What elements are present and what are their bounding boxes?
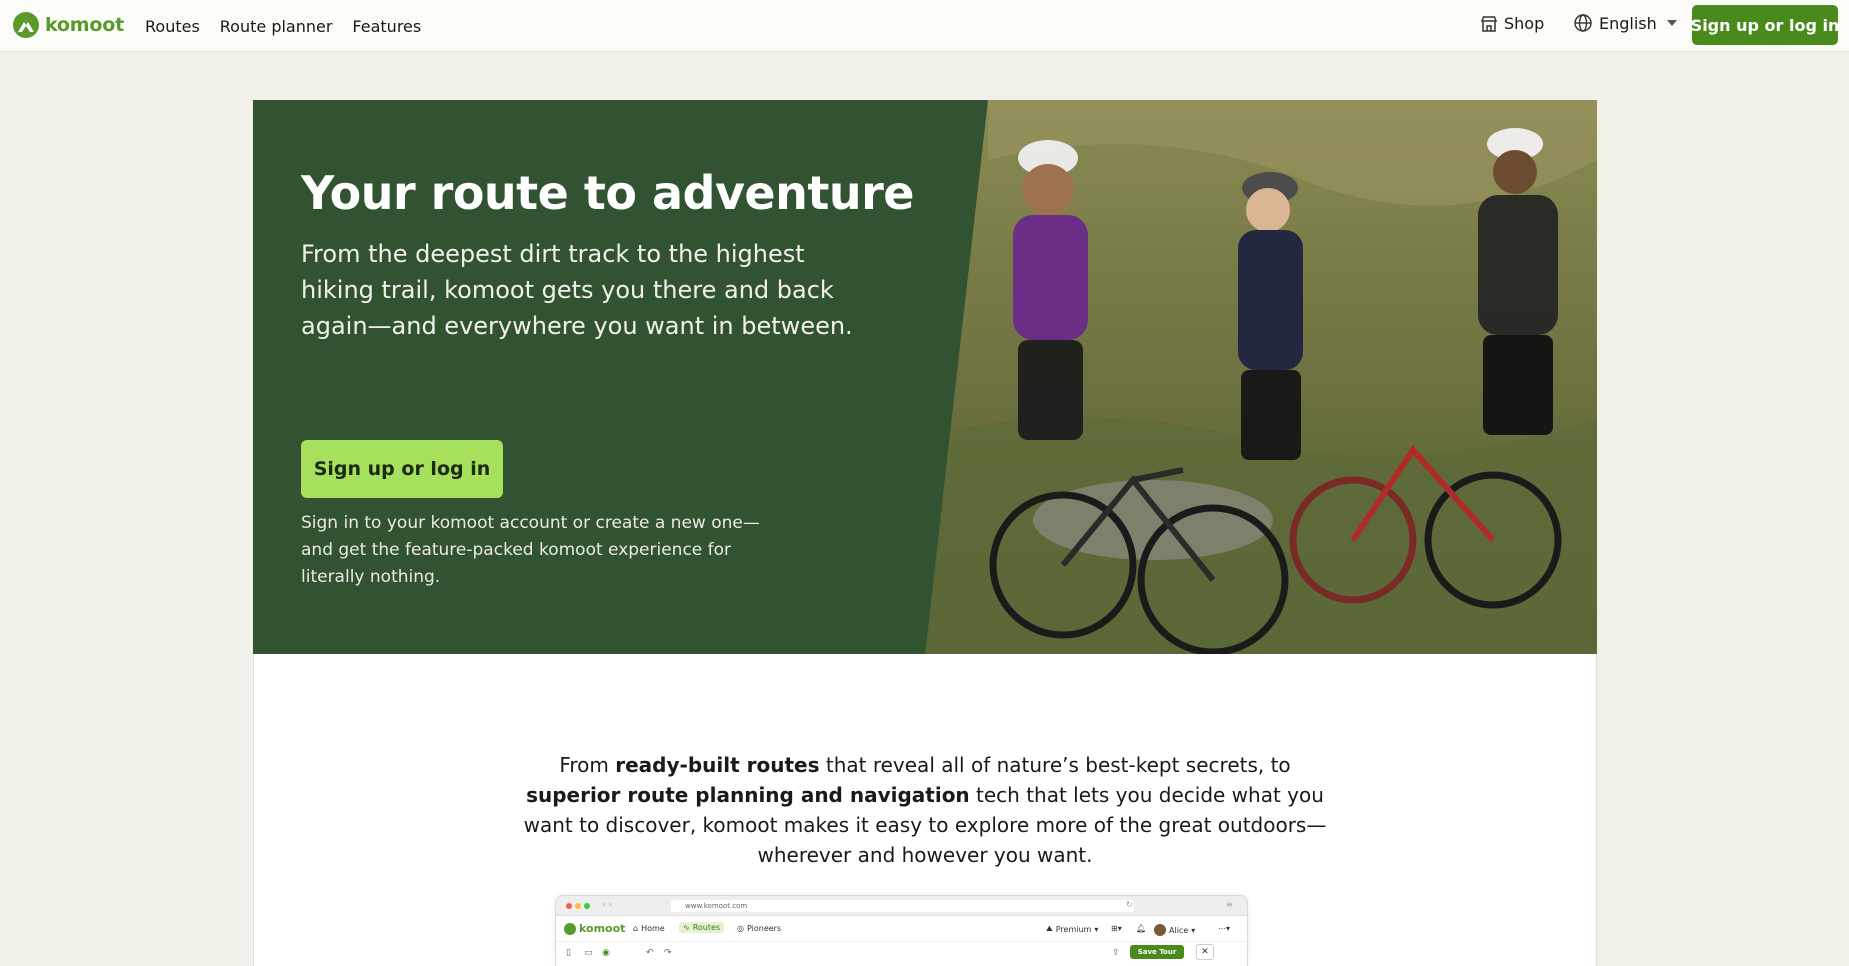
chevron-down-icon: ▾ — [1191, 925, 1196, 935]
chevron-down-icon — [1666, 20, 1677, 26]
preview-nav-pioneers: ◎ Pioneers — [737, 924, 781, 933]
panel-icon: ▭ — [584, 948, 593, 958]
preview-layout-icon: ⊞▾ — [1111, 924, 1122, 933]
preview-user-name: Alice — [1169, 925, 1189, 935]
intro-text-2: that reveal all of nature’s best-kept se… — [819, 753, 1291, 777]
preview-nav-routes: ∿ Routes — [679, 922, 725, 933]
reload-icon: ↻ — [1126, 900, 1133, 909]
hero-section: Your route to adventure From the deepest… — [253, 100, 1597, 654]
maximize-dot-icon — [584, 903, 590, 909]
main-nav: Routes Route planner Features — [145, 0, 441, 52]
nav-routes[interactable]: Routes — [145, 17, 200, 36]
preview-home-label: Home — [641, 924, 665, 933]
preview-url-bar: www.komoot.com — [671, 900, 1134, 912]
nav-route-planner[interactable]: Route planner — [220, 17, 333, 36]
language-label: English — [1599, 13, 1657, 33]
avatar — [1154, 924, 1166, 936]
preview-brand: komoot — [579, 922, 626, 935]
komoot-logo-icon — [13, 12, 39, 38]
hero-title: Your route to adventure — [301, 166, 915, 220]
shop-link[interactable]: Shop — [1480, 14, 1544, 33]
home-icon: ⌂ — [633, 924, 639, 933]
app-preview-screenshot: ‹ › www.komoot.com ↻ ≡ komoot ⌂ Home ∿ Rou… — [555, 895, 1248, 966]
hero-signin-note: Sign in to your komoot account or create… — [301, 513, 760, 587]
globe-icon — [1574, 14, 1592, 32]
bell-icon: 🔔︎ — [1136, 924, 1147, 933]
browser-arrows-icon: ‹ › — [602, 900, 613, 910]
intro-paragraph: From ready-built routes that reveal all … — [520, 750, 1330, 870]
close-dot-icon — [566, 903, 572, 909]
pioneers-icon: ◎ — [737, 924, 744, 933]
hero-subtitle: From the deepest dirt track to the highe… — [301, 240, 853, 340]
preview-toolbar: ▯ ▭ ◉ ↶ ↷ ⇪ Save Tour ✕ — [556, 942, 1247, 966]
preview-user: Alice ▾ — [1154, 924, 1195, 936]
preview-save-tour-button: Save Tour — [1130, 945, 1184, 959]
preview-pioneers-label: Pioneers — [746, 924, 782, 933]
routes-icon: ∿ — [683, 923, 690, 932]
language-selector[interactable]: English — [1573, 13, 1677, 33]
intro-bold-ready-built-routes: ready-built routes — [615, 753, 820, 777]
preview-premium-label: Premium — [1055, 924, 1092, 934]
brand-name: komoot — [45, 14, 124, 36]
close-icon: ✕ — [1196, 944, 1214, 960]
browser-menu-icon: ≡ — [1226, 900, 1233, 909]
eye-icon: ◉ — [602, 948, 610, 958]
sidebar-icon: ▯ — [566, 948, 571, 958]
preview-premium: ⛰ Premium ▾ — [1046, 924, 1098, 934]
premium-icon: ⛰ — [1046, 924, 1053, 933]
preview-routes-label: Routes — [692, 923, 721, 932]
top-navigation-bar: komoot Routes Route planner Features Sho… — [0, 0, 1849, 52]
redo-icon: ↷ — [664, 948, 672, 958]
undo-icon: ↶ — [646, 948, 654, 958]
preview-nav-home: ⌂ Home — [633, 924, 665, 933]
preview-logo: komoot — [564, 922, 625, 935]
shop-label: Shop — [1504, 14, 1545, 33]
intro-text-1: From — [559, 753, 616, 777]
minimize-dot-icon — [575, 903, 581, 909]
share-icon: ⇪ — [1112, 948, 1120, 958]
nav-features[interactable]: Features — [352, 17, 421, 36]
komoot-logo[interactable]: komoot — [12, 11, 124, 39]
preview-nav: komoot ⌂ Home ∿ Routes ◎ Pioneers ⛰ Premium ▾… — [556, 916, 1247, 942]
chevron-down-icon: ▾ — [1094, 924, 1099, 934]
preview-logo-icon — [564, 922, 576, 935]
hero-sign-up-button[interactable]: Sign up or log in — [301, 440, 503, 498]
more-icon: ⋯▾ — [1218, 924, 1231, 933]
intro-section: From ready-built routes that reveal all … — [253, 654, 1597, 966]
intro-bold-route-planning: superior route planning and navigation — [526, 783, 970, 807]
sign-up-login-button[interactable]: Sign up or log in — [1691, 5, 1839, 45]
browser-chrome: ‹ › www.komoot.com ↻ ≡ — [556, 896, 1247, 916]
store-icon — [1480, 15, 1498, 32]
